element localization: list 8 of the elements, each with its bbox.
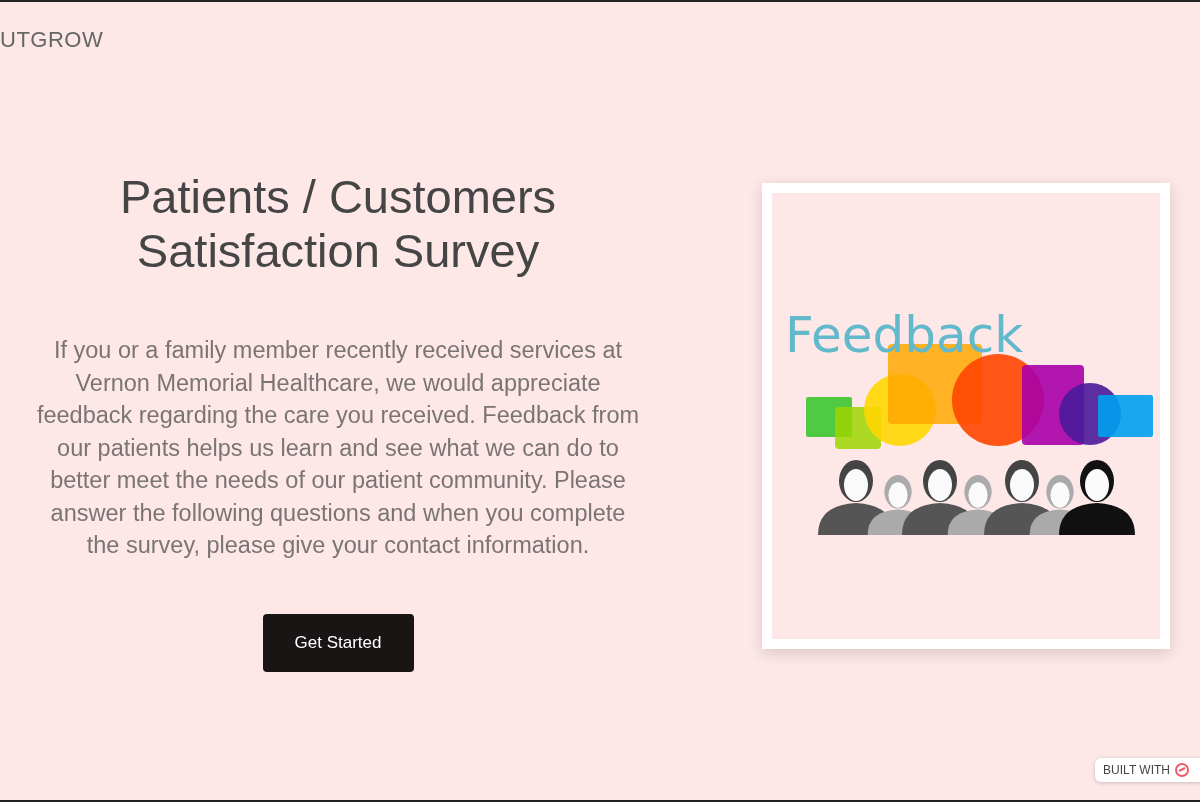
get-started-button[interactable]: Get Started bbox=[262, 613, 414, 672]
feedback-caption: Feedback bbox=[785, 310, 1024, 360]
page-title: Patients / Customers Satisfaction Survey bbox=[119, 170, 557, 278]
logo-icon bbox=[1174, 762, 1190, 778]
description: If you or a family member recently received services at Vernon Memorial Healthcare, we would appreciate feedback regarding the care you received. Feedback from our patients helps us learn and see what we can do to better meet the needs of our patient community. Please answer the following questions and when you complete the survey, please give your contact information. bbox=[35, 336, 641, 560]
logo[interactable]: UTGROW bbox=[0, 27, 104, 53]
built-with-badge[interactable]: BUILT WITH bbox=[1095, 758, 1200, 782]
badge-label: BUILT WITH bbox=[1103, 763, 1170, 777]
